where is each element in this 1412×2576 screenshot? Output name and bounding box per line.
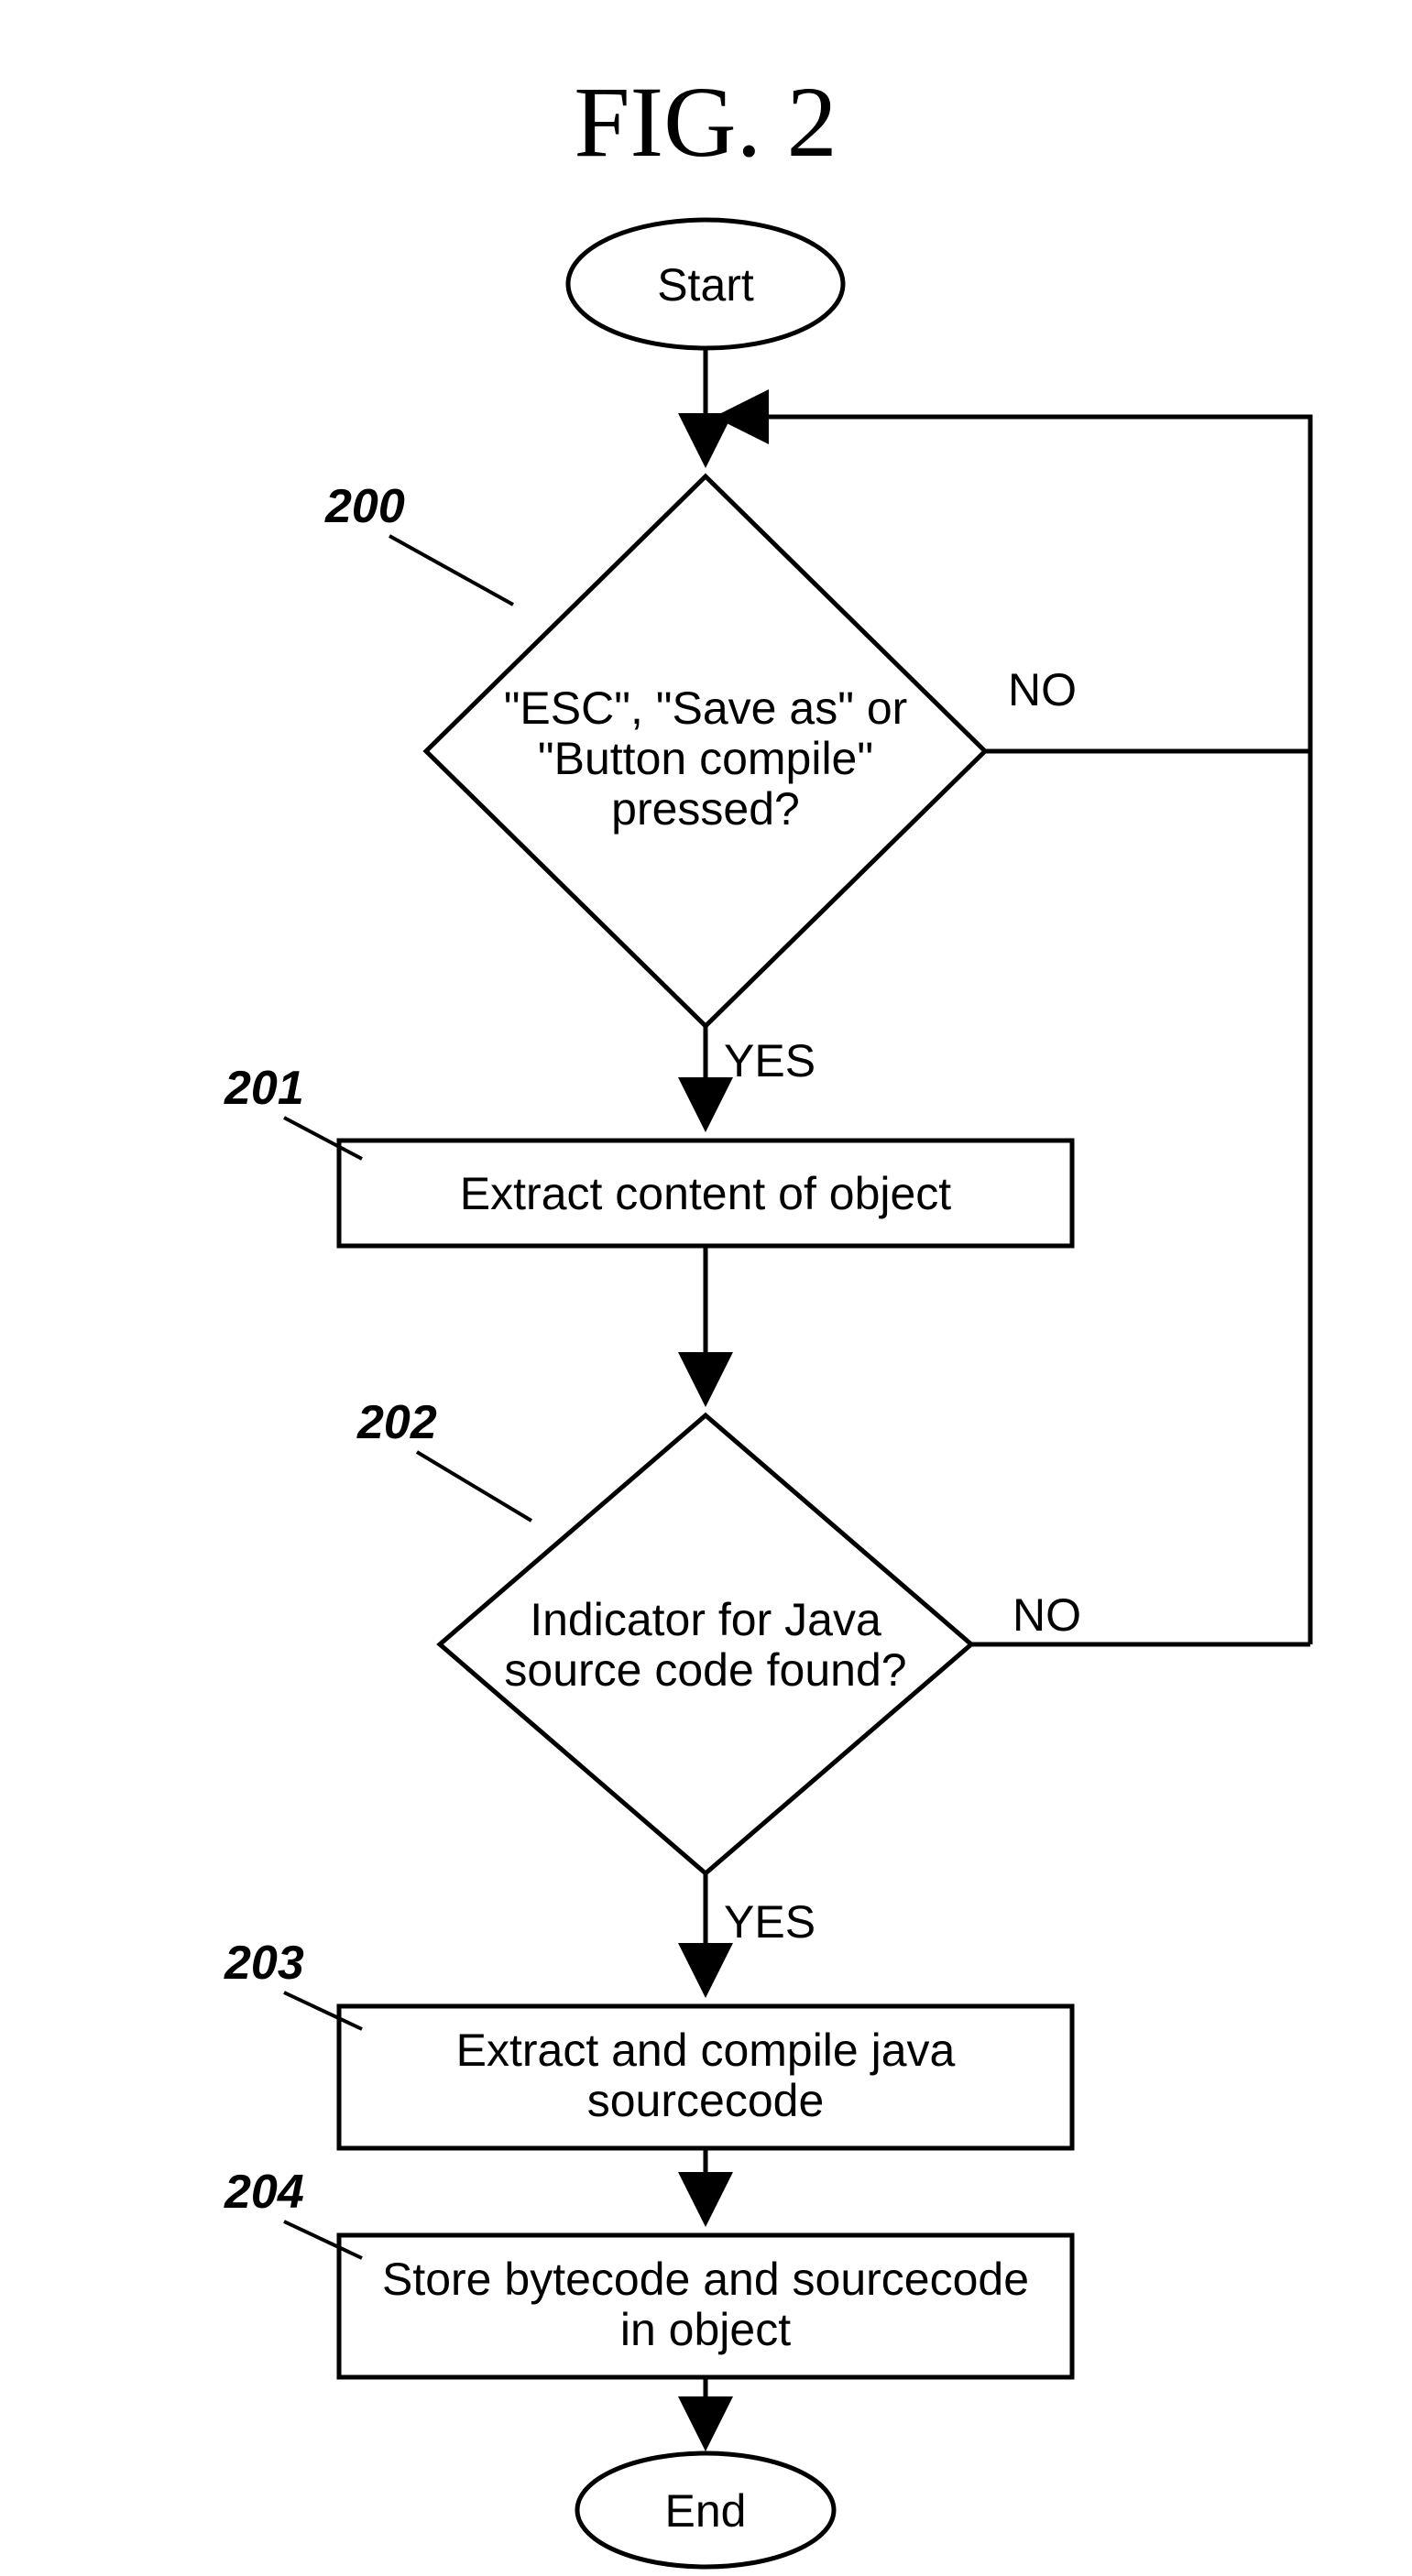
d202-yes-label: YES	[724, 1896, 815, 1948]
p204-line1: Store bytecode and sourcecode	[382, 2254, 1029, 2305]
d200-line3: pressed?	[611, 783, 800, 835]
d202-line2: source code found?	[504, 1644, 906, 1696]
ref-204: 204	[224, 2166, 304, 2219]
d200-yes-label: YES	[724, 1035, 815, 1086]
p203-line2: sourcecode	[587, 2075, 825, 2126]
ref-202: 202	[356, 1396, 437, 1449]
ref-200: 200	[324, 480, 405, 533]
d200-no-label: NO	[1008, 664, 1077, 715]
start-label: Start	[657, 259, 754, 311]
figure-title: FIG. 2	[574, 66, 837, 178]
ref-201: 201	[224, 1062, 304, 1115]
d202-no-label: NO	[1012, 1589, 1081, 1641]
end-label: End	[665, 2485, 747, 2537]
d200-line2: "Button compile"	[538, 733, 873, 784]
leader-202	[417, 1452, 531, 1521]
flowchart-figure: FIG. 2 Start "ESC", "Save as" or "Button…	[0, 0, 1412, 2576]
ref-203: 203	[224, 1937, 304, 1990]
p203-line1: Extract and compile java	[456, 2025, 956, 2076]
leader-200	[389, 536, 513, 605]
d200-line1: "ESC", "Save as" or	[504, 682, 908, 734]
d202-line1: Indicator for Java	[530, 1594, 881, 1645]
p204-line2: in object	[620, 2304, 791, 2355]
p201-label: Extract content of object	[460, 1168, 952, 1219]
